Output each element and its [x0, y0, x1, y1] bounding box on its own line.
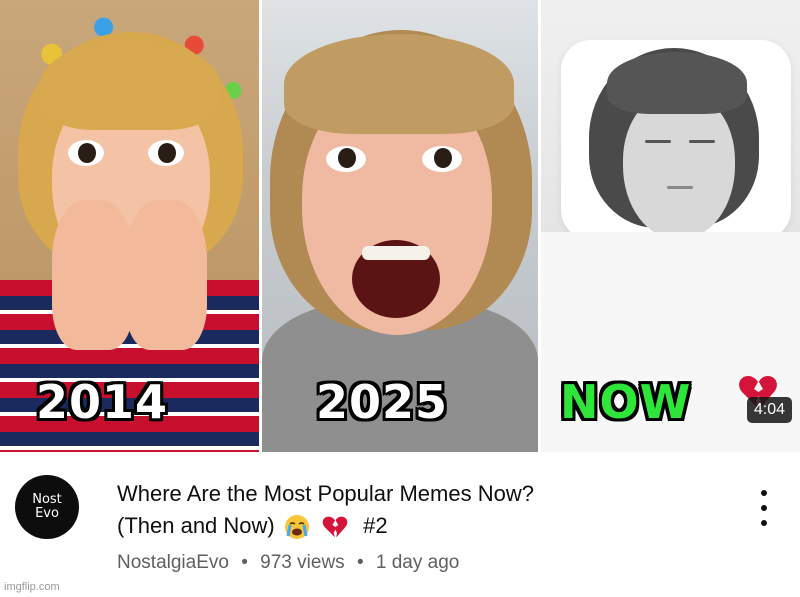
channel-avatar[interactable]: Nost Evo — [15, 475, 79, 539]
duration-badge: 4:04 — [746, 397, 792, 423]
face — [623, 92, 735, 240]
more-vertical-icon[interactable] — [756, 490, 772, 526]
bangs — [284, 34, 514, 134]
view-count: 973 views — [260, 552, 345, 573]
crying-face-icon — [284, 515, 309, 540]
left-closed-eye — [645, 140, 671, 143]
title-text: (Then and Now) — [117, 513, 275, 538]
bangs — [40, 40, 220, 130]
avatar-text-line2: Evo — [35, 506, 59, 521]
dot — [761, 520, 767, 526]
label-2025: 2025 — [316, 375, 449, 429]
dot — [761, 505, 767, 511]
video-subtitle: NostalgiaEvo • 973 views • 1 day ago — [117, 552, 459, 574]
channel-name[interactable]: NostalgiaEvo — [117, 552, 229, 573]
right-pupil — [434, 148, 452, 168]
label-2014: 2014 — [36, 375, 169, 429]
video-title[interactable]: Where Are the Most Popular Memes Now? (T… — [117, 478, 717, 542]
title-suffix: #2 — [363, 513, 388, 538]
left-pupil — [78, 143, 96, 163]
upload-age: 1 day ago — [375, 552, 460, 573]
right-closed-eye — [689, 140, 715, 143]
separator-dot: • — [241, 552, 248, 573]
right-hand — [125, 200, 207, 350]
broken-heart-icon — [322, 516, 348, 538]
avatar-text-line1: Nost — [32, 492, 62, 507]
left-hand — [52, 200, 134, 350]
video-thumbnail[interactable]: 2014 2025 NOW 4:04 — [0, 0, 800, 452]
bangs — [607, 52, 747, 114]
dot — [761, 490, 767, 496]
watermark: imgflip.com — [4, 581, 60, 593]
teeth — [362, 246, 430, 260]
title-line-2: (Then and Now) #2 — [117, 510, 717, 542]
right-pupil — [158, 143, 176, 163]
label-now: NOW — [560, 375, 692, 429]
title-line-1: Where Are the Most Popular Memes Now? — [117, 481, 534, 506]
mouth — [667, 186, 693, 189]
separator-dot: • — [356, 552, 364, 573]
left-pupil — [338, 148, 356, 168]
